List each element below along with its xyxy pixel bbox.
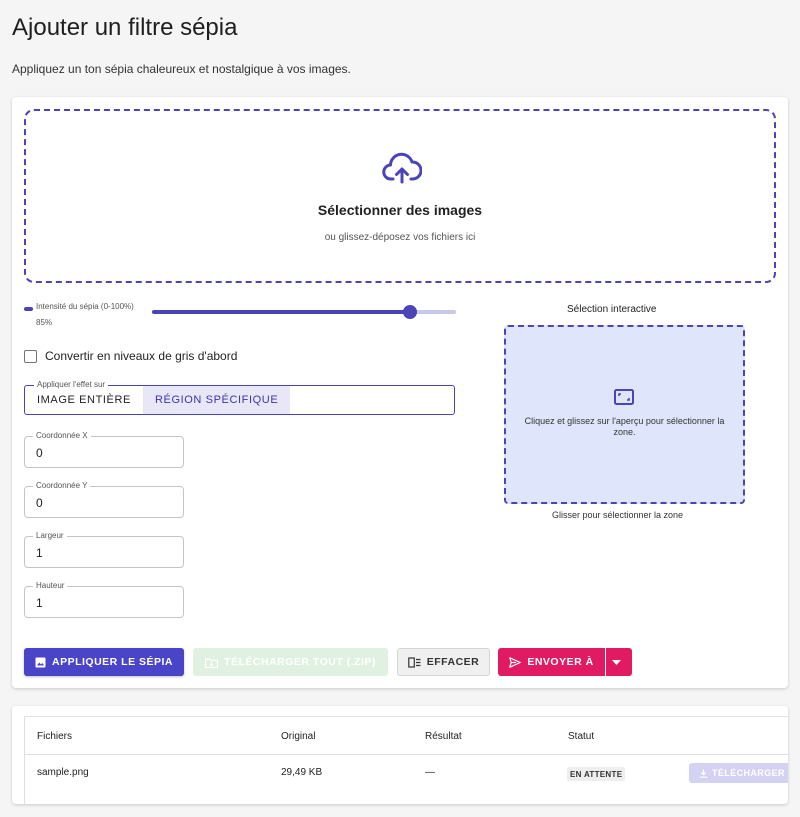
send-to-dropdown-button[interactable] xyxy=(606,648,632,676)
table-row-result: — xyxy=(425,767,435,778)
grayscale-label: Convertir en niveaux de gris d'abord xyxy=(45,349,238,363)
clear-button[interactable]: EFFACER xyxy=(397,648,490,676)
download-all-zip-button[interactable]: TÉLÉCHARGER TOUT (.ZIP) xyxy=(193,648,388,676)
toggle-specific-region[interactable]: RÉGION SPÉCIFIQUE xyxy=(142,386,291,414)
coord-y-label: Coordonnée Y xyxy=(33,481,91,491)
sepia-intensity-slider[interactable]: Intensité du sépia (0-100%) 85% xyxy=(24,302,456,332)
cloud-upload-icon xyxy=(382,152,422,184)
apply-effect-toggle: Appliquer l'effet sur IMAGE ENTIÈRE RÉGI… xyxy=(24,380,455,415)
caret-down-icon xyxy=(611,659,621,665)
width-value: 1 xyxy=(36,546,43,560)
width-field[interactable]: Largeur 1 xyxy=(24,531,184,568)
dropzone-subtitle: ou glissez-déposez vos fichiers ici xyxy=(324,232,476,243)
apply-sepia-label: APPLIQUER LE SÉPIA xyxy=(51,656,174,668)
selection-caption: Glisser pour sélectionner la zone xyxy=(552,510,684,520)
coord-y-value: 0 xyxy=(36,496,43,510)
table-divider xyxy=(25,754,788,755)
dropzone-title: Sélectionner des images xyxy=(317,202,483,218)
image-dropzone[interactable]: Sélectionner des images ou glissez-dépos… xyxy=(24,109,776,283)
send-icon xyxy=(509,656,522,668)
row-download-label: TÉLÉCHARGER xyxy=(712,768,785,778)
grayscale-option[interactable]: Convertir en niveaux de gris d'abord xyxy=(24,348,237,364)
row-download-button[interactable]: TÉLÉCHARGER xyxy=(689,763,788,783)
folder-download-icon xyxy=(205,657,219,668)
selection-hint: Cliquez et glissez sur l'aperçu pour sél… xyxy=(524,416,725,437)
clear-label: EFFACER xyxy=(426,656,480,668)
send-to-label: ENVOYER À xyxy=(527,656,594,668)
image-icon xyxy=(35,657,46,667)
apply-sepia-button[interactable]: APPLIQUER LE SÉPIA xyxy=(24,648,184,676)
selection-title: Sélection interactive xyxy=(567,304,657,315)
download-icon xyxy=(699,769,708,778)
send-to-button[interactable]: ENVOYER À xyxy=(498,648,605,676)
download-all-label: TÉLÉCHARGER TOUT (.ZIP) xyxy=(224,656,376,668)
header-result: Résultat xyxy=(425,731,462,742)
page-subtitle: Appliquez un ton sépia chaleureux et nos… xyxy=(12,62,351,76)
height-label: Hauteur xyxy=(33,581,68,591)
page-title: Ajouter un filtre sépia xyxy=(12,14,238,41)
header-status: Statut xyxy=(568,731,595,742)
crop-frame-icon xyxy=(614,389,634,405)
slider-value: 85% xyxy=(36,318,53,327)
slider-label: Intensité du sépia (0-100%) xyxy=(36,302,134,311)
coord-x-value: 0 xyxy=(36,446,43,460)
clear-all-icon xyxy=(407,656,421,668)
slider-marker xyxy=(24,307,33,311)
apply-effect-legend: Appliquer l'effet sur xyxy=(34,380,109,390)
files-table: Fichiers Original Résultat Statut sample… xyxy=(24,716,788,804)
coord-x-field[interactable]: Coordonnée X 0 xyxy=(24,431,184,468)
width-label: Largeur xyxy=(33,531,67,541)
toggle-whole-image[interactable]: IMAGE ENTIÈRE xyxy=(25,386,143,414)
slider-thumb[interactable] xyxy=(403,305,418,319)
height-value: 1 xyxy=(36,596,43,610)
table-row-original-size: 29,49 KB xyxy=(281,767,323,778)
files-card: Fichiers Original Résultat Statut sample… xyxy=(12,706,788,804)
height-field[interactable]: Hauteur 1 xyxy=(24,581,184,618)
header-original: Original xyxy=(281,731,316,742)
status-badge: EN ATTENTE xyxy=(567,767,626,781)
coord-y-field[interactable]: Coordonnée Y 0 xyxy=(24,481,184,518)
sepia-settings-card: Sélectionner des images ou glissez-dépos… xyxy=(12,97,788,688)
interactive-selection-area[interactable]: Cliquez et glissez sur l'aperçu pour sél… xyxy=(504,325,745,504)
grayscale-checkbox[interactable] xyxy=(24,349,37,363)
header-files: Fichiers xyxy=(37,731,73,742)
slider-track[interactable] xyxy=(152,305,456,319)
table-row-filename: sample.png xyxy=(37,767,89,778)
coord-x-label: Coordonnée X xyxy=(33,431,91,441)
slider-fill xyxy=(152,310,411,314)
